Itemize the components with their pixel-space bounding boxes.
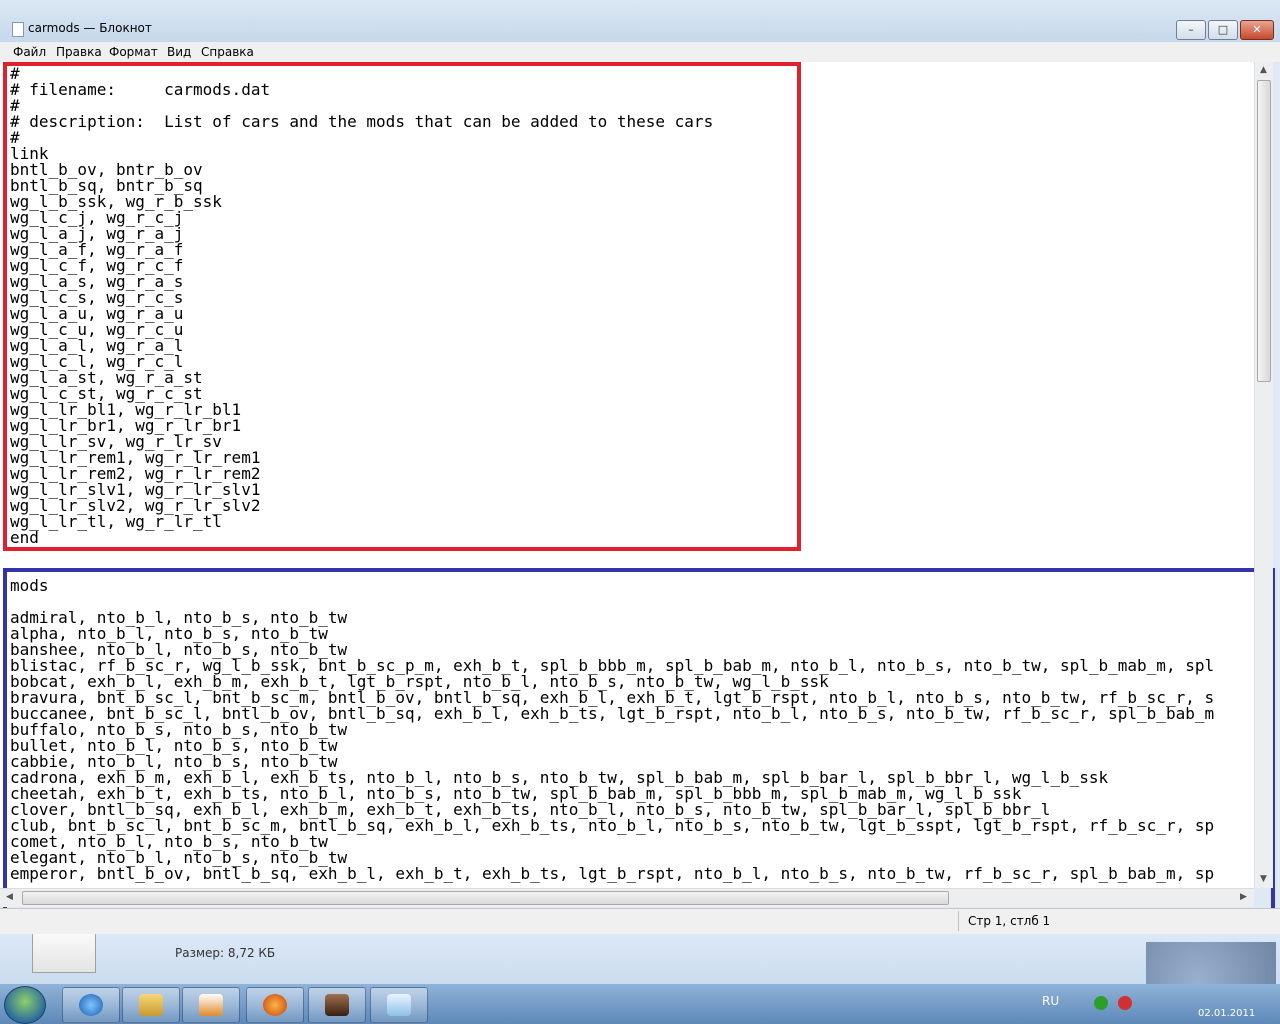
vertical-scroll-thumb[interactable] <box>1257 80 1271 382</box>
title-bar: carmods — Блокнот – □ ✕ <box>0 0 1280 42</box>
text-editor[interactable]: # # filename: carmods.dat # # descriptio… <box>0 62 1254 888</box>
start-button-icon[interactable] <box>4 986 46 1024</box>
status-bar: Стр 1, стлб 1 <box>0 908 1280 935</box>
horizontal-scrollbar[interactable]: ◀ ▶ <box>0 888 1254 907</box>
menu-format[interactable]: Формат <box>109 45 158 59</box>
file-thumbnail-icon <box>32 934 96 973</box>
window-title: carmods — Блокнот <box>28 21 152 35</box>
minimize-button[interactable]: – <box>1176 20 1206 40</box>
scroll-right-icon[interactable]: ▶ <box>1240 892 1247 902</box>
scroll-down-icon[interactable]: ▼ <box>1260 874 1267 884</box>
taskbar-notepad-icon[interactable] <box>370 987 428 1023</box>
file-size-label: Размер: 8,72 КБ <box>175 946 276 960</box>
tray-network-icon[interactable] <box>1094 996 1108 1010</box>
vertical-scrollbar[interactable]: ▲ ▼ <box>1254 62 1273 888</box>
notepad-icon <box>12 22 24 37</box>
taskbar-firefox-icon[interactable] <box>246 987 304 1023</box>
status-divider <box>958 911 959 931</box>
horizontal-scroll-thumb[interactable] <box>22 891 949 905</box>
scroll-up-icon[interactable]: ▲ <box>1260 65 1267 75</box>
menu-bar: Файл Правка Формат Вид Справка <box>0 42 1280 62</box>
maximize-button[interactable]: □ <box>1208 20 1238 40</box>
cursor-position: Стр 1, стлб 1 <box>968 914 1051 928</box>
menu-view[interactable]: Вид <box>167 45 191 59</box>
menu-help[interactable]: Справка <box>201 45 254 59</box>
menu-edit[interactable]: Правка <box>56 45 102 59</box>
scroll-left-icon[interactable]: ◀ <box>6 892 13 902</box>
menu-file[interactable]: Файл <box>13 45 46 59</box>
taskbar-media-player-icon[interactable] <box>182 987 240 1023</box>
language-indicator[interactable]: RU <box>1042 994 1059 1008</box>
taskbar-explorer-icon[interactable] <box>122 987 180 1023</box>
clock-date[interactable]: 02.01.2011 <box>1198 1008 1255 1019</box>
close-button[interactable]: ✕ <box>1240 20 1274 40</box>
taskbar-game-icon[interactable] <box>308 987 366 1023</box>
editor-content[interactable]: # # filename: carmods.dat # # descriptio… <box>10 66 1214 882</box>
explorer-details-pane: Размер: 8,72 КБ <box>0 934 1280 984</box>
tray-volume-icon[interactable] <box>1118 996 1132 1010</box>
taskbar: RU 02.01.2011 <box>0 984 1280 1024</box>
taskbar-ie-icon[interactable] <box>62 987 120 1023</box>
